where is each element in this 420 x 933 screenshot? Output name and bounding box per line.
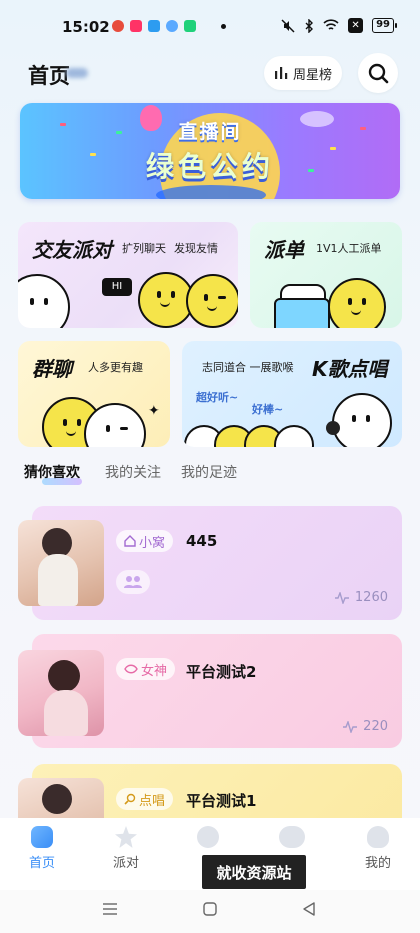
star-nav-icon [115, 826, 137, 848]
room-tag: 女神 [116, 658, 176, 680]
ksong-tag-1: 超好听~ [196, 391, 239, 404]
room-name: 平台测试2 [186, 663, 257, 681]
active-tab-indicator [42, 478, 82, 485]
mic-tag-icon [124, 793, 136, 805]
room-thumbnail[interactable] [18, 778, 104, 818]
yellow-face-icon [328, 278, 386, 328]
room-tag: 小窝 [116, 530, 174, 552]
category-party-card[interactable]: 交友派对 扩列聊天 发现友情 HI [18, 222, 238, 328]
page-title: 首页 [28, 64, 70, 88]
bluetooth-icon [305, 18, 314, 33]
nav-party[interactable]: 派对 [96, 826, 156, 871]
notification-icons [112, 20, 196, 32]
menu-icon[interactable] [102, 902, 118, 916]
heat-wave-icon [334, 591, 349, 604]
banner-title: 直播间 [178, 121, 242, 143]
room-tag-label: 点唱 [139, 793, 166, 809]
room-heat-value: 1260 [354, 590, 388, 605]
category-group-sub: 人多更有趣 [88, 361, 143, 374]
tab-history[interactable]: 我的足迹 [181, 462, 237, 482]
video-app-icon [130, 20, 142, 32]
title-decoration [66, 68, 88, 78]
banner-subtitle: 绿色公约 [145, 150, 274, 183]
category-party-sub1: 扩列聊天 [122, 242, 166, 255]
promo-banner[interactable]: 直播间 绿色公约 [20, 103, 400, 199]
category-dispatch-sub: 1V1人工派单 [316, 242, 382, 255]
search-button[interactable] [358, 53, 398, 93]
profile-nav-icon [367, 826, 389, 848]
message-nav-icon [279, 826, 305, 848]
room-name: 平台测试1 [186, 792, 257, 810]
home-square-icon[interactable] [202, 901, 218, 917]
heat-wave-icon [343, 720, 358, 733]
room-tag: 点唱 [116, 788, 174, 810]
room-members-icon [116, 570, 150, 594]
category-party-sub2: 发现友情 [174, 242, 218, 255]
category-party-title: 交友派对 [32, 238, 112, 262]
system-navigation-bar [0, 890, 420, 933]
back-icon[interactable] [302, 901, 316, 917]
room-name: 445 [186, 532, 218, 550]
white-face-icon [274, 425, 314, 447]
category-dispatch-card[interactable]: 派单 1V1人工派单 [250, 222, 402, 328]
nav-profile-label: 我的 [364, 856, 391, 871]
home-nav-icon [31, 826, 53, 848]
room-tag-label: 小窝 [139, 535, 166, 551]
room-heat: 1260 [334, 590, 388, 605]
search-icon [368, 63, 389, 84]
tab-following[interactable]: 我的关注 [105, 462, 161, 482]
goddess-icon [124, 664, 138, 674]
search-app-icon [166, 20, 178, 32]
ksong-tag-2: 好棒~ [252, 403, 284, 416]
room-heat-value: 220 [363, 719, 388, 734]
hi-bubble: HI [102, 278, 132, 296]
nav-messages[interactable] [262, 826, 322, 852]
square-nav-icon [197, 826, 219, 848]
app-notif-icon [112, 20, 124, 32]
room-thumbnail[interactable] [18, 650, 104, 736]
category-group-title: 群聊 [32, 357, 72, 381]
bar-chart-icon [274, 67, 288, 79]
green-app-icon [184, 20, 196, 32]
wink-face-icon [186, 274, 238, 328]
sim-off-icon: ✕ [348, 18, 364, 33]
white-face-icon [18, 274, 70, 328]
rank-label: 周星榜 [292, 67, 332, 83]
watermark: 就收资源站 [202, 855, 306, 889]
battery-indicator: 99 [372, 18, 397, 33]
nav-home-label: 首页 [28, 856, 55, 871]
nav-profile[interactable]: 我的 [348, 826, 408, 871]
room-tag-label: 女神 [141, 663, 168, 679]
room-heat: 220 [342, 719, 388, 734]
category-ksong-title: K歌点唱 [312, 357, 388, 381]
nav-home[interactable]: 首页 [12, 826, 72, 871]
home-icon [124, 535, 136, 547]
mute-icon [281, 18, 295, 33]
nav-party-label: 派对 [112, 856, 139, 871]
category-ksong-card[interactable]: 志同道合 一展歌喉 K歌点唱 超好听~ 好棒~ [182, 341, 402, 447]
category-dispatch-title: 派单 [264, 238, 304, 262]
singer-face-icon [332, 393, 392, 447]
phone-icon [274, 298, 330, 328]
chat-app-icon [148, 20, 160, 32]
microphone-icon [326, 421, 340, 435]
weekly-star-ranking-button[interactable]: 周星榜 [264, 56, 342, 90]
sparkle-icon: ✦ [148, 403, 160, 419]
status-bar: 15:02 ✕ 99 [0, 0, 420, 52]
banner-shadow [156, 185, 266, 199]
status-right: ✕ 99 [281, 18, 397, 33]
room-thumbnail[interactable] [18, 520, 104, 606]
category-ksong-sub: 志同道合 一展歌喉 [202, 361, 294, 374]
wifi-icon [323, 19, 339, 30]
status-time: 15:02 [62, 18, 110, 36]
people-icon [124, 576, 142, 588]
category-group-card[interactable]: 群聊 人多更有趣 ✦ [18, 341, 170, 447]
more-dot-icon [221, 24, 226, 29]
